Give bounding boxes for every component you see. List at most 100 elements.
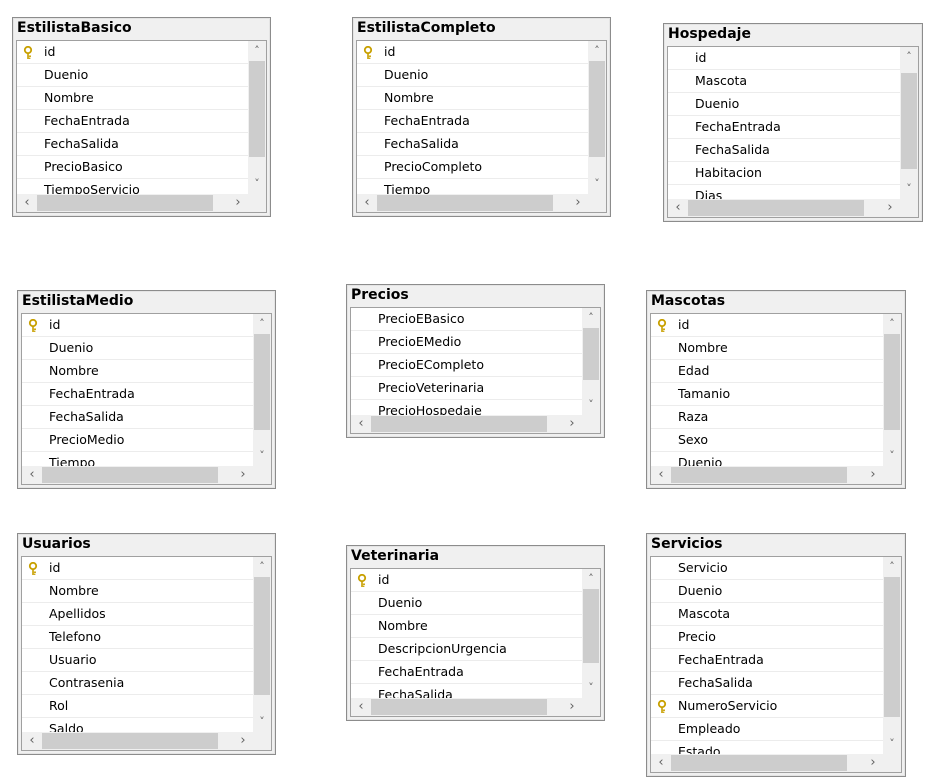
table-title[interactable]: Hospedaje bbox=[668, 26, 751, 42]
scroll-thumb[interactable] bbox=[254, 334, 270, 430]
chevron-up-icon[interactable]: ˄ bbox=[253, 557, 271, 577]
column-row[interactable]: FechaEntrada bbox=[351, 661, 582, 684]
column-row[interactable]: Duenio bbox=[351, 592, 582, 615]
table-title[interactable]: Mascotas bbox=[651, 293, 725, 309]
scroll-thumb[interactable] bbox=[371, 416, 547, 432]
scroll-thumb[interactable] bbox=[589, 61, 605, 157]
column-row[interactable]: Habitacion bbox=[668, 162, 900, 185]
chevron-right-icon[interactable]: › bbox=[562, 698, 582, 716]
chevron-left-icon[interactable]: ‹ bbox=[351, 698, 371, 716]
column-row[interactable]: Edad bbox=[651, 360, 883, 383]
column-row[interactable]: PrecioECompleto bbox=[351, 354, 582, 377]
column-row[interactable]: PrecioMedio bbox=[22, 429, 253, 452]
chevron-down-icon[interactable]: ˅ bbox=[582, 678, 600, 698]
chevron-down-icon[interactable]: ˅ bbox=[253, 712, 271, 732]
horizontal-scrollbar[interactable]: ‹ › bbox=[651, 466, 883, 484]
column-list[interactable]: PrecioEBasico PrecioEMedio PrecioECompleto… bbox=[350, 307, 601, 434]
column-list[interactable]: id Mascota Duenio FechaEntrada FechaSalida Ha… bbox=[667, 46, 919, 218]
scroll-thumb[interactable] bbox=[884, 334, 900, 430]
column-row[interactable]: Usuario bbox=[22, 649, 253, 672]
table-title[interactable]: Veterinaria bbox=[351, 548, 439, 564]
column-list[interactable]: id Nombre Apellidos Telefono Usuario Contrase… bbox=[21, 556, 272, 751]
column-row[interactable]: FechaEntrada bbox=[22, 383, 253, 406]
chevron-right-icon[interactable]: › bbox=[233, 466, 253, 484]
scroll-thumb[interactable] bbox=[42, 733, 218, 749]
column-row[interactable]: PrecioHospedaje bbox=[351, 400, 582, 415]
column-row[interactable]: Tamanio bbox=[651, 383, 883, 406]
chevron-up-icon[interactable]: ˄ bbox=[248, 41, 266, 61]
column-row[interactable]: Servicio bbox=[651, 557, 883, 580]
scroll-thumb[interactable] bbox=[671, 755, 847, 771]
chevron-up-icon[interactable]: ˄ bbox=[582, 308, 600, 328]
chevron-up-icon[interactable]: ˄ bbox=[900, 47, 918, 67]
chevron-left-icon[interactable]: ‹ bbox=[351, 415, 371, 433]
table-title[interactable]: Precios bbox=[351, 287, 409, 303]
column-row[interactable]: id bbox=[22, 557, 253, 580]
table-estilistabasico[interactable]: EstilistaBasico id Duenio Nombre FechaEntrad… bbox=[12, 17, 271, 217]
chevron-left-icon[interactable]: ‹ bbox=[22, 732, 42, 750]
chevron-right-icon[interactable]: › bbox=[880, 199, 900, 217]
table-title[interactable]: EstilistaMedio bbox=[22, 293, 133, 309]
scroll-thumb[interactable] bbox=[371, 699, 547, 715]
horizontal-scrollbar[interactable]: ‹ › bbox=[22, 466, 253, 484]
column-row[interactable]: Nombre bbox=[351, 615, 582, 638]
chevron-up-icon[interactable]: ˄ bbox=[883, 314, 901, 334]
chevron-down-icon[interactable]: ˅ bbox=[883, 446, 901, 466]
horizontal-scrollbar[interactable]: ‹ › bbox=[357, 194, 588, 212]
column-row[interactable]: FechaEntrada bbox=[17, 110, 248, 133]
column-row[interactable]: FechaEntrada bbox=[651, 649, 883, 672]
vertical-scrollbar[interactable]: ˄ ˅ bbox=[253, 557, 271, 732]
chevron-down-icon[interactable]: ˅ bbox=[248, 174, 266, 194]
column-row[interactable]: Duenio bbox=[651, 452, 883, 466]
column-row[interactable]: Apellidos bbox=[22, 603, 253, 626]
horizontal-scrollbar[interactable]: ‹ › bbox=[351, 698, 582, 716]
column-row[interactable]: Raza bbox=[651, 406, 883, 429]
chevron-left-icon[interactable]: ‹ bbox=[17, 194, 37, 212]
column-row[interactable]: Duenio bbox=[17, 64, 248, 87]
column-row[interactable]: Telefono bbox=[22, 626, 253, 649]
column-row[interactable]: Nombre bbox=[357, 87, 588, 110]
table-title[interactable]: EstilistaCompleto bbox=[357, 20, 496, 36]
column-row[interactable]: FechaSalida bbox=[22, 406, 253, 429]
table-title[interactable]: EstilistaBasico bbox=[17, 20, 132, 36]
column-row[interactable]: id bbox=[22, 314, 253, 337]
table-hospedaje[interactable]: Hospedaje id Mascota Duenio FechaEntrada Fech… bbox=[663, 23, 923, 222]
column-row[interactable]: Duenio bbox=[357, 64, 588, 87]
table-estilistacompleto[interactable]: EstilistaCompleto id Duenio Nombre FechaEntr… bbox=[352, 17, 611, 217]
column-row[interactable]: id bbox=[351, 569, 582, 592]
table-title[interactable]: Servicios bbox=[651, 536, 722, 552]
column-row[interactable]: Dias bbox=[668, 185, 900, 199]
vertical-scrollbar[interactable]: ˄ ˅ bbox=[588, 41, 606, 194]
column-list[interactable]: id Duenio Nombre FechaEntrada FechaSalida Pre… bbox=[21, 313, 272, 485]
column-row[interactable]: FechaEntrada bbox=[668, 116, 900, 139]
chevron-up-icon[interactable]: ˄ bbox=[588, 41, 606, 61]
column-row[interactable]: FechaEntrada bbox=[357, 110, 588, 133]
column-row[interactable]: PrecioVeterinaria bbox=[351, 377, 582, 400]
horizontal-scrollbar[interactable]: ‹ › bbox=[651, 754, 883, 772]
vertical-scrollbar[interactable]: ˄ ˅ bbox=[248, 41, 266, 194]
column-row[interactable]: id bbox=[17, 41, 248, 64]
scroll-thumb[interactable] bbox=[688, 200, 864, 216]
vertical-scrollbar[interactable]: ˄ ˅ bbox=[253, 314, 271, 466]
chevron-up-icon[interactable]: ˄ bbox=[253, 314, 271, 334]
column-row[interactable]: Precio bbox=[651, 626, 883, 649]
chevron-right-icon[interactable]: › bbox=[562, 415, 582, 433]
column-row[interactable]: Nombre bbox=[651, 337, 883, 360]
chevron-left-icon[interactable]: ‹ bbox=[651, 754, 671, 772]
column-row[interactable]: PrecioEBasico bbox=[351, 308, 582, 331]
chevron-down-icon[interactable]: ˅ bbox=[582, 395, 600, 415]
column-row[interactable]: TiempoServicio bbox=[17, 179, 248, 194]
column-row[interactable]: Sexo bbox=[651, 429, 883, 452]
table-estilistamedio[interactable]: EstilistaMedio id Duenio Nombre FechaEntrada… bbox=[17, 290, 276, 489]
scroll-thumb[interactable] bbox=[884, 577, 900, 717]
table-title[interactable]: Usuarios bbox=[22, 536, 91, 552]
column-row[interactable]: Duenio bbox=[651, 580, 883, 603]
vertical-scrollbar[interactable]: ˄ ˅ bbox=[883, 557, 901, 754]
vertical-scrollbar[interactable]: ˄ ˅ bbox=[582, 569, 600, 698]
column-row[interactable]: Estado bbox=[651, 741, 883, 754]
column-row[interactable]: Nombre bbox=[22, 580, 253, 603]
column-row[interactable]: PrecioEMedio bbox=[351, 331, 582, 354]
column-row[interactable]: DescripcionUrgencia bbox=[351, 638, 582, 661]
column-row[interactable]: Duenio bbox=[22, 337, 253, 360]
table-precios[interactable]: Precios PrecioEBasico PrecioEMedio PrecioEC… bbox=[346, 284, 605, 438]
